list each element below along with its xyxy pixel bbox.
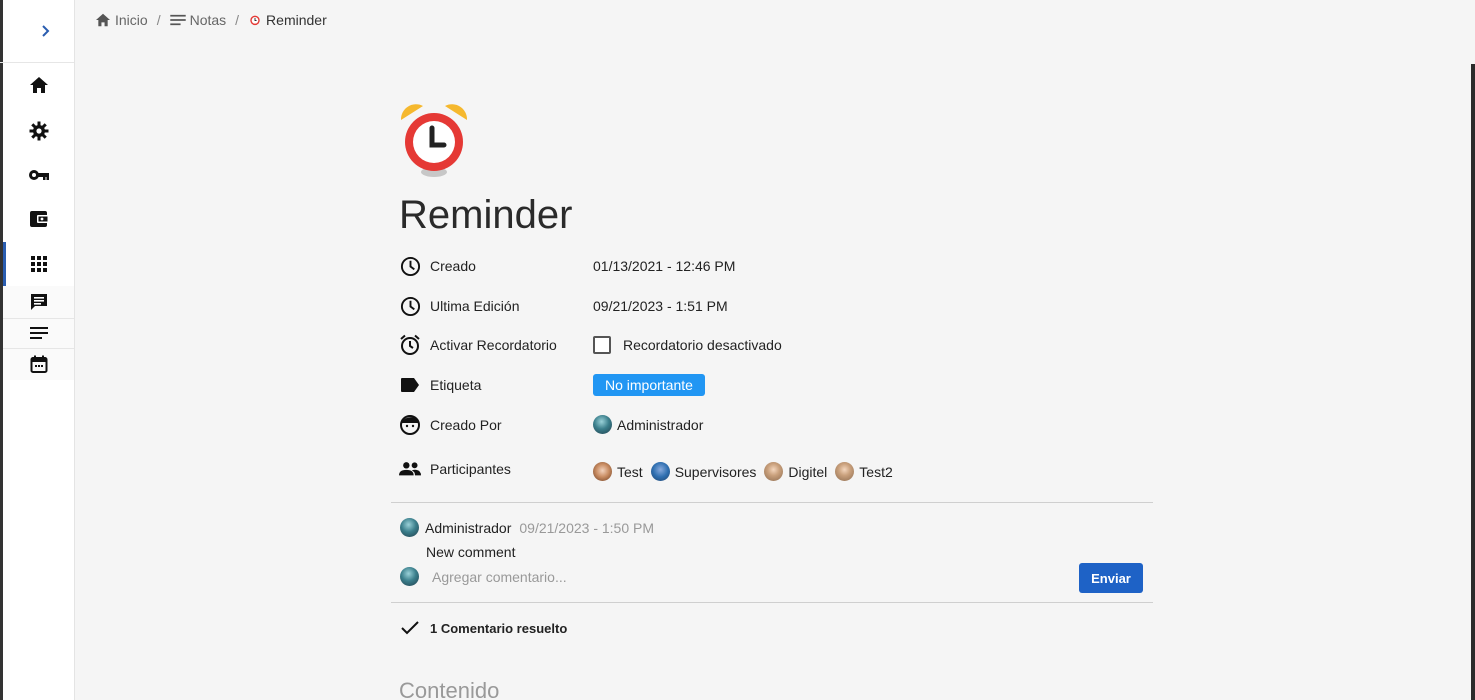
avatar [400, 518, 419, 537]
send-button[interactable]: Enviar [1079, 563, 1143, 593]
sidebar-toggle-button[interactable] [0, 0, 74, 63]
property-label: Ultima Edición [430, 298, 520, 314]
breadcrumb-home-label: Inicio [115, 12, 148, 28]
property-label: Etiqueta [430, 377, 482, 393]
sidebar-item-chat[interactable] [3, 286, 74, 318]
resolved-comments-toggle[interactable]: 1 Comentario resuelto [400, 620, 567, 636]
clock-icon [399, 255, 421, 277]
chat-icon [30, 294, 47, 310]
sidebar-item-apps[interactable] [3, 242, 74, 286]
avatar [835, 462, 855, 481]
breadcrumb-separator: / [156, 12, 161, 28]
sidebar-item-wallet[interactable] [3, 201, 74, 237]
check-icon [401, 621, 419, 635]
property-tag: Etiqueta No importante [399, 372, 705, 398]
property-created: Creado 01/13/2021 - 12:46 PM [399, 253, 735, 279]
face-icon [399, 414, 421, 436]
breadcrumb-current-label: Reminder [266, 12, 327, 28]
participants-list: Test Supervisores Digitel Test2 [593, 462, 901, 481]
avatar [593, 462, 612, 481]
gear-icon [29, 121, 48, 141]
scrollbar[interactable] [1471, 64, 1475, 700]
property-participants: Participantes Test Supervisores Digitel … [399, 456, 893, 482]
property-reminder: Activar Recordatorio Recordatorio desact… [399, 332, 782, 358]
alarm-icon [399, 334, 421, 356]
sidebar-divider [3, 348, 74, 349]
property-created-by: Creado Por Administrador [399, 412, 703, 438]
sidebar-item-calendar[interactable] [3, 348, 74, 380]
comment-timestamp: 09/21/2023 - 1:50 PM [519, 519, 655, 536]
apps-grid-icon [30, 256, 47, 272]
breadcrumb-notes[interactable]: Notas [169, 12, 227, 28]
page-icon[interactable] [399, 100, 469, 185]
breadcrumb-notes-label: Notas [189, 12, 227, 28]
sidebar-item-home[interactable] [3, 67, 74, 103]
alarm-clock-icon [400, 104, 468, 177]
chevron-right-icon [42, 25, 50, 37]
divider [391, 602, 1153, 603]
creator-name: Administrador [617, 416, 704, 433]
sidebar-item-settings[interactable] [3, 113, 74, 149]
divider [391, 502, 1153, 503]
comment-header: Administrador 09/21/2023 - 1:50 PM [400, 518, 654, 537]
property-edited: Ultima Edición 09/21/2023 - 1:51 PM [399, 293, 728, 319]
creator[interactable]: Administrador [593, 415, 703, 434]
alarm-clock-icon [250, 15, 260, 26]
page-title[interactable]: Reminder [399, 193, 572, 238]
tag-badge[interactable]: No importante [593, 374, 705, 396]
content-heading: Contenido [399, 678, 500, 700]
notes-list-icon [29, 327, 48, 339]
home-icon [96, 13, 110, 27]
breadcrumb-home[interactable]: Inicio [95, 12, 148, 28]
participant-chip[interactable]: Test2 [835, 462, 893, 481]
reminder-status: Recordatorio desactivado [623, 337, 782, 353]
avatar [764, 462, 784, 481]
participant-name: Digitel [788, 463, 828, 480]
notes-list-icon [169, 14, 186, 26]
home-icon [29, 77, 48, 93]
calendar-icon [30, 355, 47, 373]
people-icon [399, 458, 421, 480]
label-icon [399, 374, 421, 396]
participant-chip[interactable]: Digitel [764, 462, 827, 481]
sidebar-submenu [3, 286, 74, 380]
clock-icon [399, 295, 421, 317]
reminder-checkbox[interactable] [593, 336, 611, 354]
breadcrumb-separator: / [235, 12, 240, 28]
avatar [400, 567, 419, 586]
participant-chip[interactable]: Supervisores [650, 462, 757, 481]
sidebar-item-notes[interactable] [3, 318, 74, 348]
edited-date: 09/21/2023 - 1:51 PM [593, 298, 728, 314]
breadcrumb: Inicio / Notas / Reminder [95, 10, 327, 30]
sidebar-item-keys[interactable] [3, 157, 74, 193]
participant-name: Supervisores [674, 463, 757, 480]
participant-name: Test [617, 463, 643, 480]
comment-text: New comment [426, 544, 516, 560]
created-date: 01/13/2021 - 12:46 PM [593, 258, 736, 274]
tag-value-wrapper: No importante [593, 374, 705, 396]
comment-composer [400, 567, 1052, 586]
resolved-label: 1 Comentario resuelto [430, 620, 568, 636]
participant-chip[interactable]: Test [593, 462, 643, 481]
property-label: Activar Recordatorio [430, 337, 557, 353]
sidebar [0, 0, 75, 700]
property-label: Creado [430, 258, 476, 274]
comment-author[interactable]: Administrador [425, 520, 511, 536]
comment-input[interactable] [432, 568, 1052, 585]
property-label: Creado Por [430, 417, 502, 433]
avatar [593, 415, 612, 434]
breadcrumb-current: Reminder [248, 12, 327, 28]
avatar [650, 462, 670, 481]
reminder-toggle[interactable]: Recordatorio desactivado [593, 336, 782, 354]
key-icon [28, 170, 49, 180]
sidebar-divider [3, 318, 74, 319]
wallet-icon [29, 211, 48, 227]
participant-name: Test2 [859, 463, 893, 480]
property-label: Participantes [430, 461, 511, 477]
